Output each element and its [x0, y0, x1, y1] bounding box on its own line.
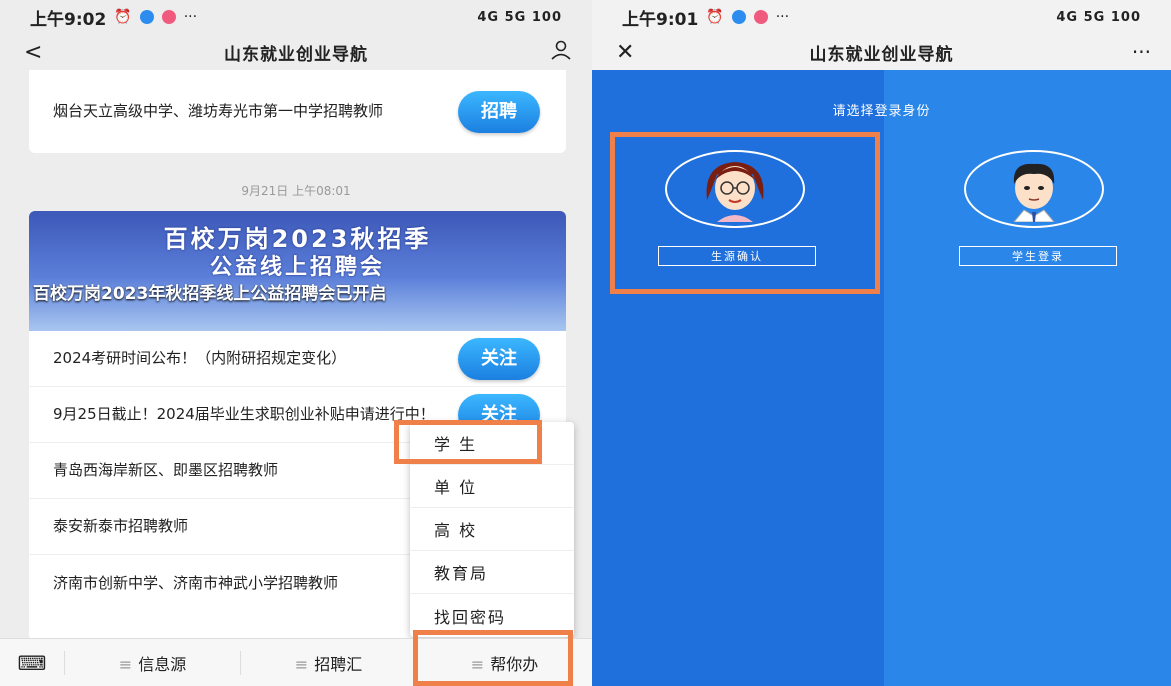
- banner-subheadline: 公益线上招聘会: [209, 255, 385, 280]
- back-icon[interactable]: <: [24, 40, 42, 65]
- app-notification-icon: [161, 10, 176, 24]
- tab-help-you[interactable]: ≡ 帮你办: [416, 650, 592, 675]
- article-card: 烟台天立高级中学、潍坊寿光市第一中学招聘教师 招聘: [29, 70, 566, 153]
- article-title: 青岛西海岸新区、即墨区招聘教师: [53, 461, 279, 479]
- message-time: 9月21日 上午08:01: [241, 184, 351, 198]
- student-avatar[interactable]: [964, 150, 1104, 228]
- page-title: 山东就业创业导航: [224, 44, 368, 65]
- teacher-avatar[interactable]: [665, 150, 805, 228]
- source-confirm-button[interactable]: 生源确认: [658, 246, 816, 266]
- keyboard-icon[interactable]: ⌨: [0, 651, 64, 675]
- tab-recruit[interactable]: ≡ 招聘汇: [240, 650, 416, 675]
- tab-label: 招聘汇: [314, 654, 363, 674]
- tab-label: 信息源: [138, 654, 187, 674]
- status-time: 上午9:02: [30, 9, 107, 30]
- nav-bar: ✕ 山东就业创业导航 ···: [592, 34, 1171, 70]
- help-menu-popup: 学 生 单 位 高 校 教育局 找回密码: [410, 422, 574, 637]
- more-icon[interactable]: ···: [1132, 40, 1151, 64]
- tab-info-source[interactable]: ≡ 信息源: [64, 650, 240, 675]
- recruit-badge: 招聘: [458, 90, 540, 133]
- tab-label: 帮你办: [490, 654, 539, 674]
- article-title: 烟台天立高级中学、潍坊寿光市第一中学招聘教师: [53, 102, 384, 120]
- page-title: 山东就业创业导航: [809, 44, 954, 65]
- signal-battery: 4G 5G 100: [477, 9, 562, 25]
- menu-item-student[interactable]: 学 生: [410, 422, 574, 465]
- article-title: 9月25日截止！2024届毕业生求职创业补贴申请进行中！: [53, 405, 435, 423]
- nav-bar: < 山东就业创业导航: [0, 34, 592, 70]
- banner-image[interactable]: 百校万岗2023秋招季 公益线上招聘会 百校万岗2023年秋招季线上公益招聘会已…: [29, 211, 566, 331]
- right-screen: 上午9:01 ⏰ ··· 4G 5G 100 ✕ 山东就业创业导航 ··· 请选…: [592, 0, 1171, 686]
- more-notifications-icon: ···: [775, 9, 790, 25]
- alarm-icon: ⏰: [114, 9, 132, 25]
- article-title: 济南市创新中学、济南市神武小学招聘教师: [53, 573, 339, 592]
- bottom-menu-bar: ⌨ ≡ 信息源 ≡ 招聘汇 ≡ 帮你办: [0, 638, 592, 686]
- status-bar: 上午9:02 ⏰ ··· 4G 5G 100: [0, 0, 592, 34]
- signal-battery: 4G 5G 100: [1056, 9, 1141, 25]
- list-item[interactable]: 2024考研时间公布！（内附研招规定变化） 关注: [29, 331, 566, 387]
- left-screen: 上午9:02 ⏰ ··· 4G 5G 100 < 山东就业创业导航 烟台天立高级…: [0, 0, 592, 686]
- banner-caption: 百校万岗2023年秋招季线上公益招聘会已开启: [33, 284, 387, 304]
- close-icon[interactable]: ✕: [616, 40, 634, 65]
- login-content: 请选择登录身份 生源确认 学生登录: [592, 70, 1171, 686]
- login-prompt: 请选择登录身份: [832, 104, 931, 119]
- student-login-button[interactable]: 学生登录: [959, 246, 1117, 266]
- more-notifications-icon: ···: [183, 9, 198, 25]
- app-notification-icon: [753, 10, 768, 24]
- alarm-icon: ⏰: [706, 9, 724, 25]
- status-bar: 上午9:01 ⏰ ··· 4G 5G 100: [592, 0, 1171, 34]
- article-title: 2024考研时间公布！（内附研招规定变化）: [53, 349, 347, 367]
- menu-item-recover-password[interactable]: 找回密码: [410, 594, 574, 637]
- menu-item-university[interactable]: 高 校: [410, 508, 574, 551]
- menu-item-education-bureau[interactable]: 教育局: [410, 551, 574, 594]
- status-time: 上午9:01: [622, 9, 699, 30]
- list-item[interactable]: 烟台天立高级中学、潍坊寿光市第一中学招聘教师 招聘: [29, 70, 566, 153]
- article-title: 泰安新泰市招聘教师: [53, 517, 189, 535]
- profile-icon[interactable]: [550, 39, 572, 66]
- app-notification-icon: [731, 10, 746, 24]
- menu-item-employer[interactable]: 单 位: [410, 465, 574, 508]
- app-notification-icon: [139, 10, 154, 24]
- follow-badge: 关注: [458, 337, 540, 380]
